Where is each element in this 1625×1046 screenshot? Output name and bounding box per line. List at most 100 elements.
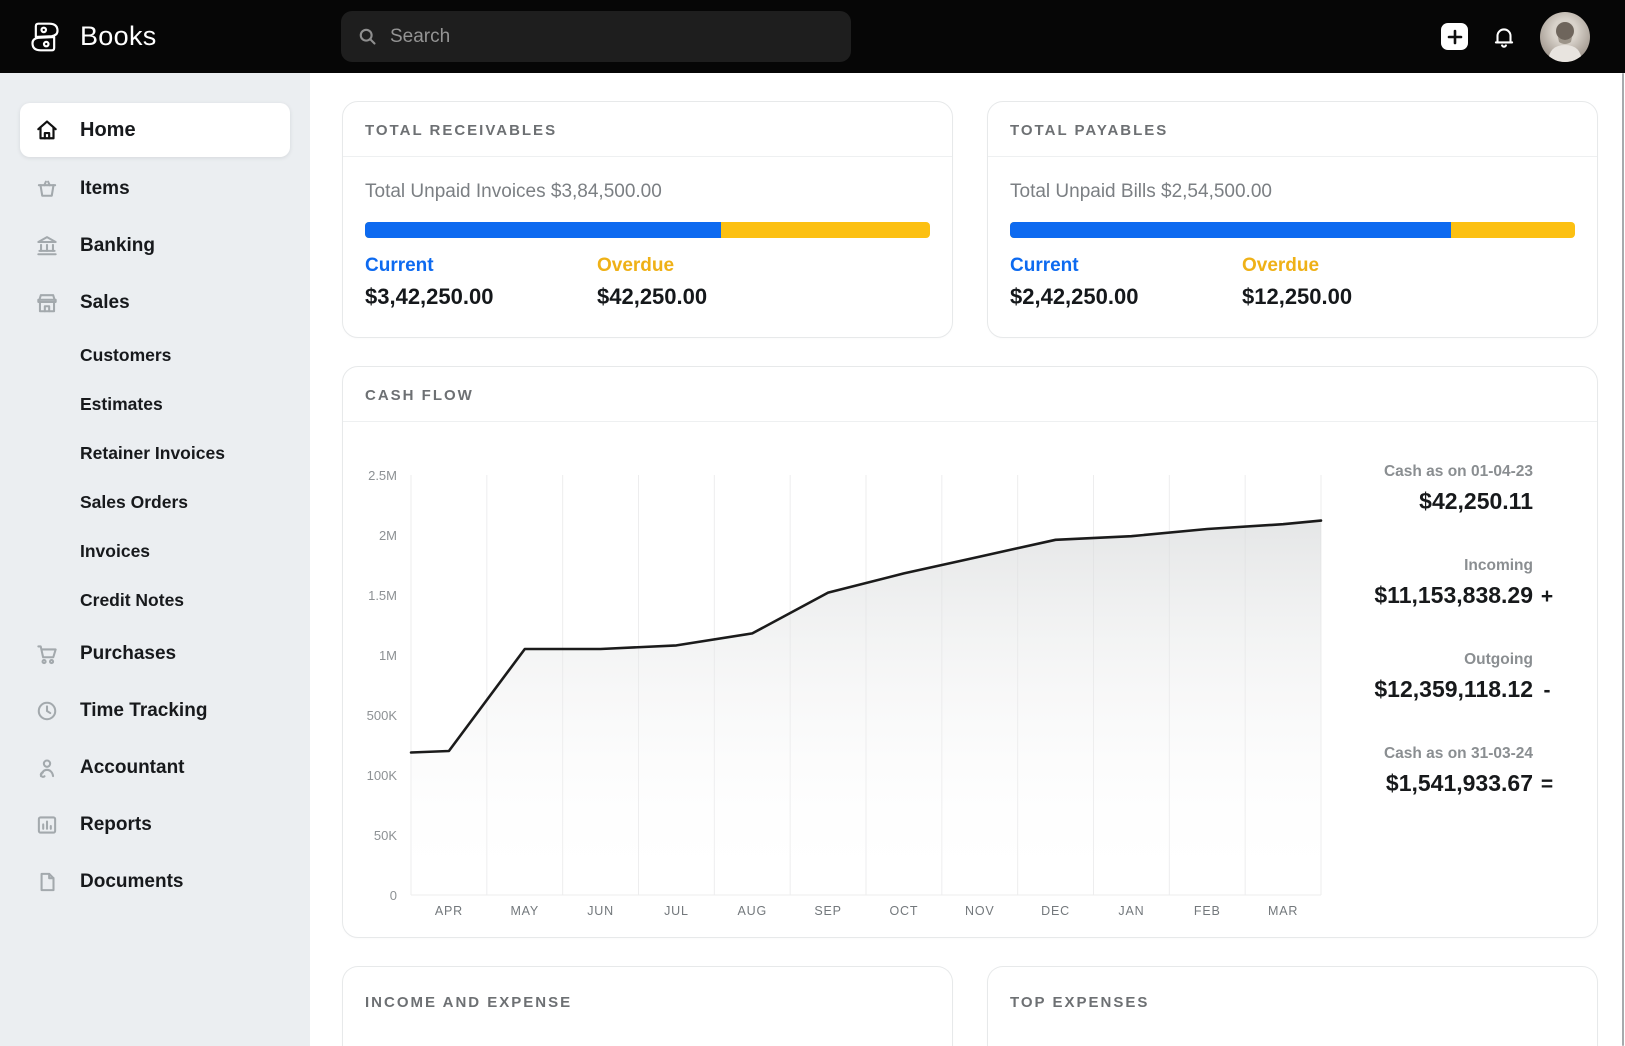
bank-icon: [34, 233, 60, 259]
receivables-current-label: Current: [365, 255, 597, 277]
stat-label: Incoming: [1327, 557, 1561, 575]
payables-progress-bar: [1010, 222, 1575, 238]
y-tick-label: 2.5M: [368, 468, 397, 483]
sidebar-item-customers[interactable]: Customers: [20, 331, 290, 380]
home-icon: [34, 117, 60, 143]
sidebar-item-accountant[interactable]: Accountant: [20, 739, 290, 796]
total-receivables-card: TOTAL RECEIVABLES Total Unpaid Invoices …: [342, 101, 953, 338]
sidebar-item-label: Sales: [80, 292, 130, 314]
stat-value: $11,153,838.29: [1374, 582, 1533, 609]
sidebar-item-label: Invoices: [80, 541, 150, 562]
stat-operator: -: [1533, 679, 1561, 703]
sidebar-item-label: Estimates: [80, 394, 163, 415]
y-tick-label: 2M: [379, 528, 397, 543]
stat-operator: +: [1533, 585, 1561, 609]
vertical-scrollbar[interactable]: [1622, 73, 1624, 1046]
cash-flow-card: CASH FLOW 2.5M2M1.5M1M500K100K50K0APRMAY…: [342, 366, 1598, 938]
x-tick-label: AUG: [738, 904, 768, 918]
sidebar-item-invoices[interactable]: Invoices: [20, 527, 290, 576]
payables-current-value: $2,42,250.00: [1010, 284, 1242, 310]
sidebar-item-purchases[interactable]: Purchases: [20, 625, 290, 682]
search-icon: [357, 26, 378, 47]
search-input[interactable]: [390, 26, 835, 48]
receivables-overdue-label: Overdue: [597, 255, 829, 277]
sidebar-item-label: Accountant: [80, 757, 185, 779]
sidebar-item-label: Reports: [80, 814, 152, 836]
dashboard-main: TOTAL RECEIVABLES Total Unpaid Invoices …: [310, 73, 1625, 1046]
payables-current-label: Current: [1010, 255, 1242, 277]
payables-current-segment: [1010, 222, 1451, 238]
avatar-photo: [1540, 12, 1590, 62]
sidebar-item-home[interactable]: Home: [20, 103, 290, 157]
user-avatar[interactable]: [1540, 12, 1590, 62]
sidebar-item-label: Purchases: [80, 643, 176, 665]
basket-icon: [34, 176, 60, 202]
doc-icon: [34, 869, 60, 895]
sidebar-item-sales[interactable]: Sales: [20, 274, 290, 331]
plus-icon: [1447, 29, 1463, 45]
stat-value: $12,359,118.12: [1374, 676, 1533, 703]
cash-flow-chart-svg: 2.5M2M1.5M1M500K100K50K0APRMAYJUNJULAUGS…: [349, 455, 1327, 927]
top-bar: Books: [0, 0, 1625, 73]
x-tick-label: FEB: [1194, 904, 1221, 918]
cart-icon: [34, 641, 60, 667]
sidebar-item-sales-orders[interactable]: Sales Orders: [20, 478, 290, 527]
sidebar-item-documents[interactable]: Documents: [20, 853, 290, 910]
sidebar-item-label: Banking: [80, 235, 155, 257]
cashflow-stat-cash-as-on-01-04-23: Cash as on 01-04-23 $42,250.11: [1327, 463, 1561, 515]
sidebar-item-label: Home: [80, 119, 136, 142]
person-icon: [34, 755, 60, 781]
sidebar-item-label: Items: [80, 178, 130, 200]
cashflow-stat-cash-as-on-31-03-24: Cash as on 31-03-24$1,541,933.67=: [1327, 745, 1561, 797]
stat-value: $1,541,933.67: [1386, 770, 1533, 797]
sidebar-item-banking[interactable]: Banking: [20, 217, 290, 274]
payables-card-title: TOTAL PAYABLES: [988, 102, 1597, 157]
app-logo[interactable]: Books: [0, 17, 157, 57]
payables-overdue-label: Overdue: [1242, 255, 1474, 277]
receivables-progress-bar: [365, 222, 930, 238]
quick-create-button[interactable]: [1441, 23, 1468, 50]
y-tick-label: 50K: [374, 828, 397, 843]
cashflow-stat-outgoing: Outgoing $12,359,118.12-: [1327, 651, 1561, 703]
stat-label: Cash as on 01-04-23: [1327, 463, 1561, 481]
x-tick-label: APR: [435, 904, 463, 918]
y-tick-label: 100K: [367, 768, 398, 783]
stat-label: Outgoing: [1327, 651, 1561, 669]
sidebar-item-retainer-invoices[interactable]: Retainer Invoices: [20, 429, 290, 478]
stat-value: $42,250.11: [1419, 488, 1533, 515]
sidebar-item-label: Documents: [80, 871, 183, 893]
stat-operator: =: [1533, 773, 1561, 797]
receivables-overdue-value: $42,250.00: [597, 284, 829, 310]
payables-overdue-value: $12,250.00: [1242, 284, 1474, 310]
notifications-button[interactable]: [1491, 24, 1517, 50]
sidebar-item-time-tracking[interactable]: Time Tracking: [20, 682, 290, 739]
global-search[interactable]: [341, 11, 851, 62]
sidebar-item-label: Credit Notes: [80, 590, 184, 611]
income-and-expense-title: INCOME AND EXPENSE: [343, 967, 952, 1028]
receivables-card-title: TOTAL RECEIVABLES: [343, 102, 952, 157]
x-tick-label: JAN: [1118, 904, 1144, 918]
chart-icon: [34, 812, 60, 838]
receivables-current-value: $3,42,250.00: [365, 284, 597, 310]
cash-flow-stats: Cash as on 01-04-23 $42,250.11 Incoming $11…: [1327, 455, 1597, 932]
sidebar-item-credit-notes[interactable]: Credit Notes: [20, 576, 290, 625]
sidebar-item-label: Sales Orders: [80, 492, 188, 513]
x-tick-label: NOV: [965, 904, 995, 918]
store-icon: [34, 290, 60, 316]
sidebar-item-label: Time Tracking: [80, 700, 207, 722]
books-logo-icon: [25, 17, 65, 57]
x-tick-label: DEC: [1041, 904, 1070, 918]
sidebar-item-estimates[interactable]: Estimates: [20, 380, 290, 429]
y-tick-label: 1M: [379, 648, 397, 663]
clock-icon: [34, 698, 60, 724]
y-tick-label: 500K: [367, 708, 398, 723]
x-tick-label: JUL: [664, 904, 689, 918]
x-tick-label: MAY: [510, 904, 539, 918]
top-expenses-title: TOP EXPENSES: [988, 967, 1597, 1028]
y-tick-label: 0: [390, 888, 397, 903]
cashflow-stat-incoming: Incoming $11,153,838.29+: [1327, 557, 1561, 609]
sidebar-item-items[interactable]: Items: [20, 160, 290, 217]
x-tick-label: SEP: [814, 904, 841, 918]
sidebar-item-reports[interactable]: Reports: [20, 796, 290, 853]
cash-flow-chart: 2.5M2M1.5M1M500K100K50K0APRMAYJUNJULAUGS…: [349, 455, 1327, 932]
